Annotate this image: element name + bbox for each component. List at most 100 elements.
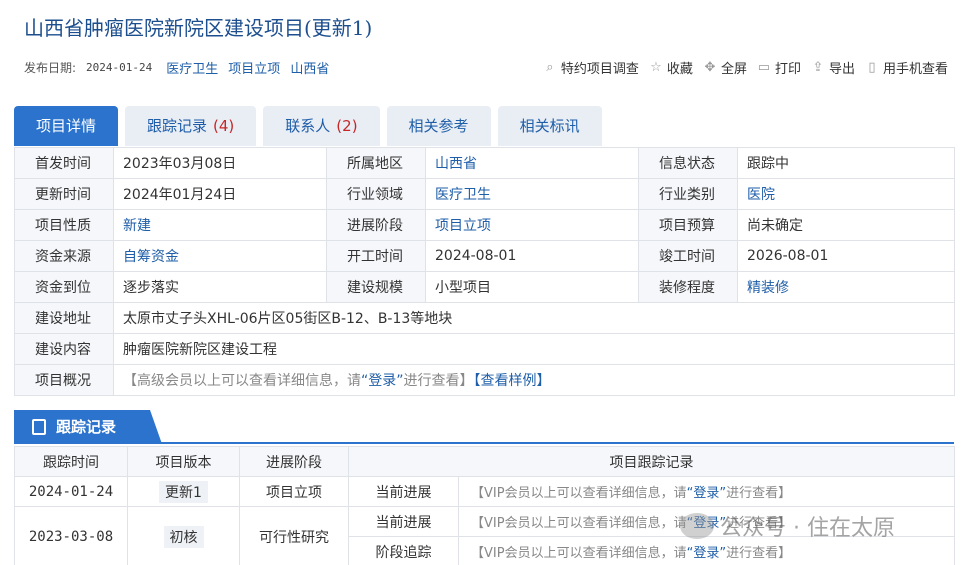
export-icon: ⇪ (812, 60, 824, 75)
field-label: 项目预算 (638, 209, 738, 241)
record-icon (32, 419, 46, 435)
overview-row-value: 【高级会员以上可以查看详细信息，请“登录”进行查看】【查看样例】 (113, 364, 955, 396)
action-export[interactable]: ⇪ 导出 (811, 58, 855, 77)
vip-note: 【VIP会员以上可以查看详细信息，请 (471, 486, 687, 501)
tab-label: 项目详情 (36, 117, 97, 135)
field-label: 进展阶段 (326, 209, 426, 241)
track-stage: 项目立项 (239, 476, 349, 507)
field-label: 项目概况 (14, 364, 114, 396)
action-star[interactable]: ☆ 收藏 (649, 58, 693, 77)
action-label: 用手机查看 (882, 62, 948, 77)
content-row: 建设内容 肿瘤医院新院区建设工程 (14, 333, 955, 365)
tab-1[interactable]: 项目详情 (14, 106, 119, 146)
action-bar: ⌕ 特约项目调查 ☆ 收藏 ✥ 全屏 ▭ 打印 ⇪ 导出 ▯ 用手机查看 (533, 58, 948, 77)
field-label: 项目性质 (14, 209, 114, 241)
view-sample-link[interactable]: 【查看样例】 (474, 373, 551, 389)
tracking-title-text: 跟踪记录 (56, 418, 117, 436)
tab-5[interactable]: 相关标讯 (497, 106, 602, 146)
action-print[interactable]: ▭ 打印 (757, 58, 801, 77)
action-label: 收藏 (666, 62, 693, 77)
tab-3[interactable]: 联系人 (2) (263, 106, 380, 146)
field-value[interactable]: 项目立项 (425, 209, 639, 241)
tab-bar: 项目详情 跟踪记录 (4) 联系人 (2) 相关参考 相关标讯 (14, 106, 609, 146)
date-label: 发布日期: (24, 61, 77, 75)
action-label: 打印 (774, 62, 801, 77)
table-row: 2023-03-08 初核 可行性研究 当前进展 【VIP会员以上可以查看详细信息，请“… (14, 506, 955, 565)
login-link[interactable]: “登录” (687, 516, 726, 531)
detail-row: 项目性质 新建 进展阶段 项目立项 项目预算 尚未确定 (14, 209, 955, 241)
meta-bar: 发布日期: 2024-01-24 医疗卫生 项目立项 山西省 (24, 58, 339, 77)
track-version-cell: 初核 (127, 506, 240, 565)
record-type: 当前进展 (348, 476, 459, 507)
overview-row: 项目概况 【高级会员以上可以查看详细信息，请“登录”进行查看】【查看样例】 (14, 364, 955, 396)
tag-industry[interactable]: 医疗卫生 (166, 58, 218, 77)
tracking-table: 跟踪时间 项目版本 进展阶段 项目跟踪记录 2024-01-24 更新1 项目立项当… (14, 446, 955, 565)
field-label: 竣工时间 (638, 240, 738, 272)
tag-region[interactable]: 山西省 (290, 58, 329, 77)
col-header-version: 项目版本 (127, 446, 240, 477)
table-row: 2024-01-24 更新1 项目立项 当前进展 【VIP会员以上可以查看详细信息，请“… (14, 476, 955, 507)
vip-note-suffix: 进行查看】 (726, 516, 792, 531)
field-value[interactable]: 山西省 (425, 147, 639, 179)
tab-label: 相关标讯 (519, 117, 580, 135)
field-label: 资金到位 (14, 271, 114, 303)
field-label: 建设规模 (326, 271, 426, 303)
col-header-records: 项目跟踪记录 (348, 446, 955, 477)
action-label: 特约项目调查 (560, 62, 639, 77)
record-note: 【VIP会员以上可以查看详细信息，请“登录”进行查看】 (458, 476, 955, 507)
detail-row: 更新时间 2024年01月24日 行业领域 医疗卫生 行业类别 医院 (14, 178, 955, 210)
project-detail-table: 首发时间 2023年03月08日 所属地区 山西省 信息状态 跟踪中 更新时间 2024年01… (14, 147, 955, 396)
tracking-section-title: 跟踪记录 (14, 410, 162, 444)
field-value: 小型项目 (425, 271, 639, 303)
field-label: 行业类别 (638, 178, 738, 210)
track-stage: 可行性研究 (239, 506, 349, 565)
field-label: 资金来源 (14, 240, 114, 272)
tracking-header-row: 跟踪时间 项目版本 进展阶段 项目跟踪记录 (14, 446, 955, 477)
field-value[interactable]: 医院 (737, 178, 955, 210)
record-note: 【VIP会员以上可以查看详细信息，请“登录”进行查看】 (458, 506, 955, 537)
login-link[interactable]: “登录” (687, 546, 726, 561)
field-value[interactable]: 精装修 (737, 271, 955, 303)
field-label: 信息状态 (638, 147, 738, 179)
field-label: 建设内容 (14, 333, 114, 365)
field-label: 所属地区 (326, 147, 426, 179)
vip-note: 【VIP会员以上可以查看详细信息，请 (471, 546, 687, 561)
track-version-cell: 更新1 (127, 476, 240, 507)
field-label: 更新时间 (14, 178, 114, 210)
vip-note-suffix: 进行查看】 (726, 546, 792, 561)
page-title: 山西省肿瘤医院新院区建设项目(更新1) (24, 16, 373, 40)
field-value[interactable]: 医疗卫生 (425, 178, 639, 210)
col-header-date: 跟踪时间 (14, 446, 128, 477)
action-fullscreen[interactable]: ✥ 全屏 (703, 58, 746, 77)
tab-2[interactable]: 跟踪记录 (4) (125, 106, 257, 146)
tab-count-badge: (2) (336, 117, 358, 135)
tracking-section-header: 跟踪记录 (14, 410, 954, 444)
fullscreen-icon: ✥ (704, 60, 716, 75)
phone-icon: ▯ (868, 60, 876, 75)
star-icon: ☆ (650, 60, 662, 75)
overview-note: 【高级会员以上可以查看详细信息，请 (123, 373, 361, 389)
record-type: 阶段追踪 (348, 536, 459, 565)
overview-note-suffix: 进行查看】 (403, 373, 474, 389)
col-header-stage: 进展阶段 (239, 446, 349, 477)
action-phone[interactable]: ▯ 用手机查看 (865, 58, 948, 77)
login-link[interactable]: “登录” (361, 373, 404, 389)
search-icon: ⌕ (546, 60, 554, 75)
tab-count-badge: (4) (213, 117, 235, 135)
field-label: 首发时间 (14, 147, 114, 179)
login-link[interactable]: “登录” (687, 486, 726, 501)
tag-stage[interactable]: 项目立项 (228, 58, 280, 77)
field-value: 2024年01月24日 (113, 178, 327, 210)
field-value[interactable]: 新建 (113, 209, 327, 241)
field-value: 跟踪中 (737, 147, 955, 179)
detail-row: 首发时间 2023年03月08日 所属地区 山西省 信息状态 跟踪中 (14, 147, 955, 179)
field-value: 尚未确定 (737, 209, 955, 241)
field-label: 行业领域 (326, 178, 426, 210)
address-row-value: 太原市丈子头XHL-06片区05街区B-12、B-13等地块 (113, 302, 955, 334)
field-value[interactable]: 自筹资金 (113, 240, 327, 272)
track-date: 2023-03-08 (14, 506, 128, 565)
vip-note-suffix: 进行查看】 (726, 486, 792, 501)
action-search[interactable]: ⌕ 特约项目调查 (543, 58, 639, 77)
tab-4[interactable]: 相关参考 (386, 106, 491, 146)
field-value: 2023年03月08日 (113, 147, 327, 179)
